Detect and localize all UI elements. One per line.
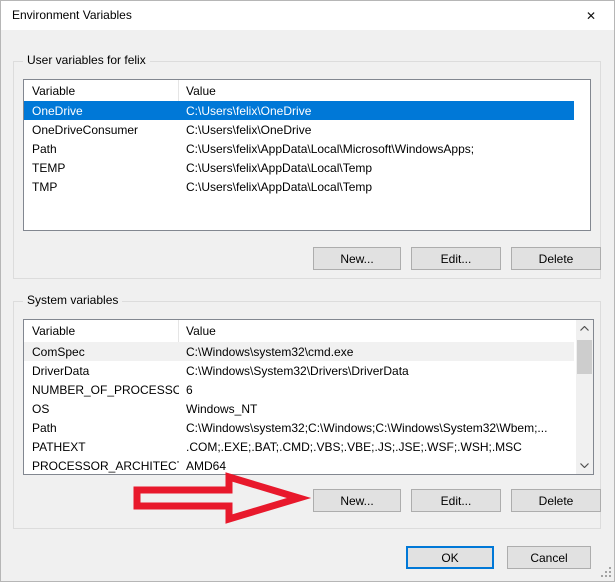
user-new-button[interactable]: New... <box>313 247 401 270</box>
row-variable: TEMP <box>24 161 179 175</box>
row-value: C:\Users\felix\AppData\Local\Microsoft\W… <box>179 142 574 156</box>
row-variable: ComSpec <box>24 345 179 359</box>
ok-button[interactable]: OK <box>406 546 494 569</box>
close-icon: ✕ <box>586 9 596 23</box>
table-row[interactable]: ComSpec C:\Windows\system32\cmd.exe <box>24 342 574 361</box>
row-value: C:\Windows\System32\Drivers\DriverData <box>179 364 574 378</box>
system-edit-button[interactable]: Edit... <box>411 489 501 512</box>
row-variable: TMP <box>24 180 179 194</box>
row-variable: Path <box>24 421 179 435</box>
column-header-value[interactable]: Value <box>179 80 590 101</box>
table-row[interactable]: OneDrive C:\Users\felix\OneDrive <box>24 101 574 120</box>
row-variable: NUMBER_OF_PROCESSORS <box>24 383 179 397</box>
column-header-variable[interactable]: Variable <box>24 320 179 342</box>
row-value: AMD64 <box>179 459 574 473</box>
table-row[interactable]: DriverData C:\Windows\System32\Drivers\D… <box>24 361 574 380</box>
row-value: C:\Users\felix\OneDrive <box>179 123 574 137</box>
row-variable: DriverData <box>24 364 179 378</box>
row-variable: PATHEXT <box>24 440 179 454</box>
row-value: C:\Windows\system32\cmd.exe <box>179 345 574 359</box>
column-header-variable[interactable]: Variable <box>24 80 179 101</box>
user-delete-button[interactable]: Delete <box>511 247 601 270</box>
row-value: 6 <box>179 383 574 397</box>
table-row[interactable]: TMP C:\Users\felix\AppData\Local\Temp <box>24 177 574 196</box>
row-variable: OneDrive <box>24 104 179 118</box>
row-value: C:\Windows\system32;C:\Windows;C:\Window… <box>179 421 574 435</box>
environment-variables-dialog: Environment Variables ✕ User variables f… <box>0 0 615 582</box>
system-variables-label: System variables <box>23 293 122 307</box>
table-row[interactable]: TEMP C:\Users\felix\AppData\Local\Temp <box>24 158 574 177</box>
table-row[interactable]: Path C:\Users\felix\AppData\Local\Micros… <box>24 139 574 158</box>
scroll-down-button[interactable] <box>576 457 593 474</box>
table-row[interactable]: Path C:\Windows\system32;C:\Windows;C:\W… <box>24 418 574 437</box>
table-row[interactable]: NUMBER_OF_PROCESSORS 6 <box>24 380 574 399</box>
row-value: .COM;.EXE;.BAT;.CMD;.VBS;.VBE;.JS;.JSE;.… <box>179 440 574 454</box>
row-variable: OS <box>24 402 179 416</box>
table-row[interactable]: PATHEXT .COM;.EXE;.BAT;.CMD;.VBS;.VBE;.J… <box>24 437 574 456</box>
row-variable: OneDriveConsumer <box>24 123 179 137</box>
scroll-up-button[interactable] <box>576 320 593 337</box>
column-header-value[interactable]: Value <box>179 320 576 342</box>
scrollbar-thumb[interactable] <box>577 340 592 374</box>
row-value: C:\Users\felix\OneDrive <box>179 104 574 118</box>
row-value: Windows_NT <box>179 402 574 416</box>
vertical-scrollbar[interactable] <box>576 320 593 474</box>
table-row[interactable]: OS Windows_NT <box>24 399 574 418</box>
title-bar[interactable]: Environment Variables ✕ <box>1 1 614 30</box>
window-title: Environment Variables <box>12 8 132 22</box>
user-variables-table[interactable]: Variable Value OneDrive C:\Users\felix\O… <box>23 79 591 231</box>
table-header: Variable Value <box>24 320 576 342</box>
table-row[interactable]: OneDriveConsumer C:\Users\felix\OneDrive <box>24 120 574 139</box>
system-new-button[interactable]: New... <box>313 489 401 512</box>
chevron-down-icon <box>580 463 589 468</box>
close-button[interactable]: ✕ <box>568 1 614 30</box>
row-variable: Path <box>24 142 179 156</box>
system-delete-button[interactable]: Delete <box>511 489 601 512</box>
chevron-up-icon <box>580 326 589 331</box>
cancel-button[interactable]: Cancel <box>507 546 591 569</box>
system-variables-table[interactable]: Variable Value ComSpec C:\Windows\system… <box>23 319 594 475</box>
table-header: Variable Value <box>24 80 590 101</box>
row-variable: PROCESSOR_ARCHITECTURE <box>24 459 179 473</box>
table-row[interactable]: PROCESSOR_ARCHITECTURE AMD64 <box>24 456 574 474</box>
user-edit-button[interactable]: Edit... <box>411 247 501 270</box>
resize-grip[interactable] <box>600 566 611 577</box>
user-variables-label: User variables for felix <box>23 53 150 67</box>
row-value: C:\Users\felix\AppData\Local\Temp <box>179 161 574 175</box>
row-value: C:\Users\felix\AppData\Local\Temp <box>179 180 574 194</box>
